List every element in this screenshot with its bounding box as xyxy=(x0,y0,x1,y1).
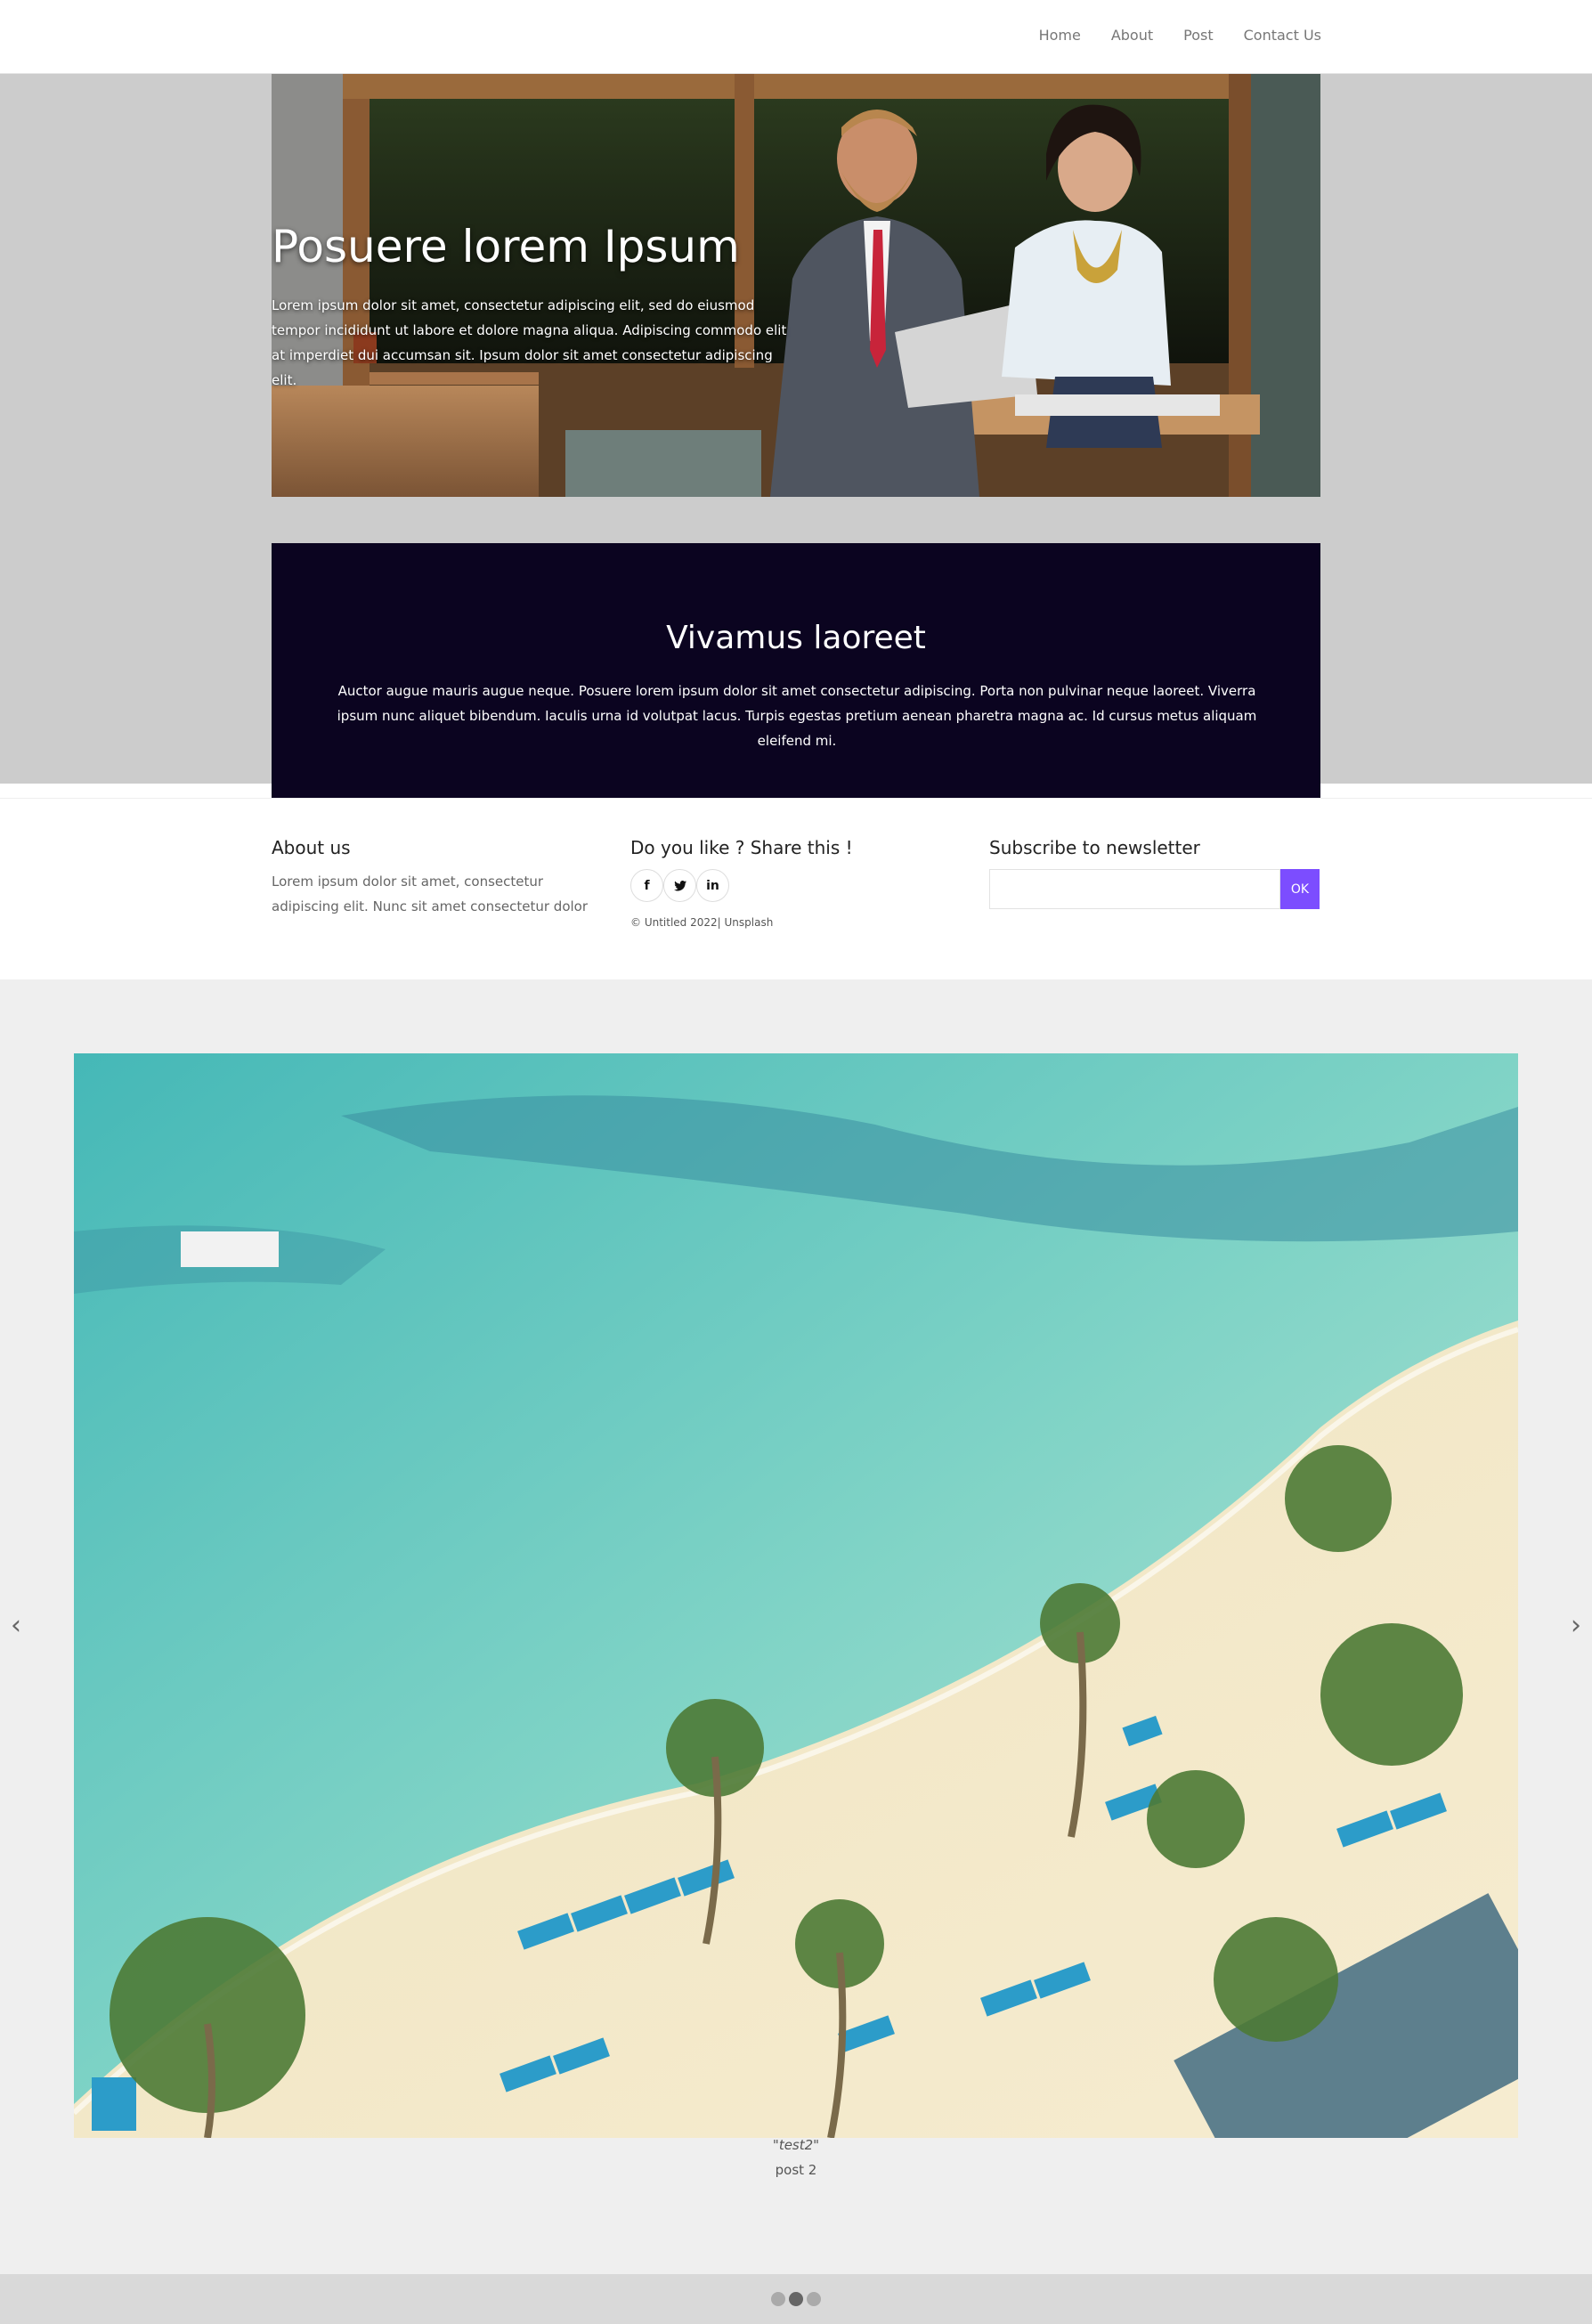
nav-about-link[interactable]: About xyxy=(1111,27,1153,44)
newsletter-email-input[interactable] xyxy=(989,869,1280,909)
feature-text: Auctor augue mauris augue neque. Posuere… xyxy=(337,683,1257,749)
hero-text: Lorem ipsum dolor sit amet, consectetur … xyxy=(272,297,787,388)
nav-links: Home About Post Contact Us xyxy=(1039,27,1321,44)
linkedin-icon[interactable]: in xyxy=(696,869,729,902)
carousel-slide-image xyxy=(74,1053,1518,2138)
hero-photo xyxy=(272,74,1320,497)
share-heading: Do you like ? Share this ! xyxy=(630,837,853,858)
share-section: Do you like ? Share this ! f in © Untitl… xyxy=(630,837,853,929)
feature-box: Vivamus laoreet Auctor augue mauris augu… xyxy=(272,543,1320,798)
nav-post-link[interactable]: Post xyxy=(1183,27,1213,44)
copyright-text: © Untitled 2022| Unsplash xyxy=(630,916,774,929)
twitter-icon[interactable] xyxy=(663,869,696,902)
carousel-caption-subtitle: post 2 xyxy=(775,2162,817,2178)
feature-title: Vivamus laoreet xyxy=(666,620,926,656)
carousel-dot-3[interactable] xyxy=(807,2292,821,2306)
hero-banner: Posuere lorem Ipsum Lorem ipsum dolor si… xyxy=(272,74,1320,497)
carousel-indicators xyxy=(0,2274,1592,2324)
hero-title: Posuere lorem Ipsum xyxy=(272,221,740,272)
about-heading: About us xyxy=(272,837,351,858)
facebook-icon[interactable]: f xyxy=(630,869,663,902)
newsletter-heading: Subscribe to newsletter xyxy=(989,837,1200,858)
about-section: About us Lorem ipsum dolor sit amet, con… xyxy=(272,837,610,919)
social-icons: f in xyxy=(630,869,853,902)
carousel-dot-2[interactable] xyxy=(789,2292,803,2306)
about-text: Lorem ipsum dolor sit amet, consectetur … xyxy=(272,874,589,914)
carousel-dot-1[interactable] xyxy=(771,2292,785,2306)
nav-contact-link[interactable]: Contact Us xyxy=(1244,27,1321,44)
nav-home-link[interactable]: Home xyxy=(1039,27,1081,44)
newsletter-form: OK xyxy=(989,869,1320,909)
carousel-caption-quote: "test2" xyxy=(772,2137,820,2153)
beach-photo xyxy=(74,1053,1518,2138)
carousel-next-arrow[interactable]: › xyxy=(1571,1610,1581,1641)
carousel-section: "test2" post 2 xyxy=(0,979,1592,2274)
carousel-prev-arrow[interactable]: ‹ xyxy=(11,1610,21,1641)
top-navbar: Home About Post Contact Us xyxy=(0,0,1592,74)
newsletter-section: Subscribe to newsletter OK xyxy=(989,837,1320,909)
section-divider xyxy=(0,798,1592,799)
newsletter-ok-button[interactable]: OK xyxy=(1280,869,1320,909)
